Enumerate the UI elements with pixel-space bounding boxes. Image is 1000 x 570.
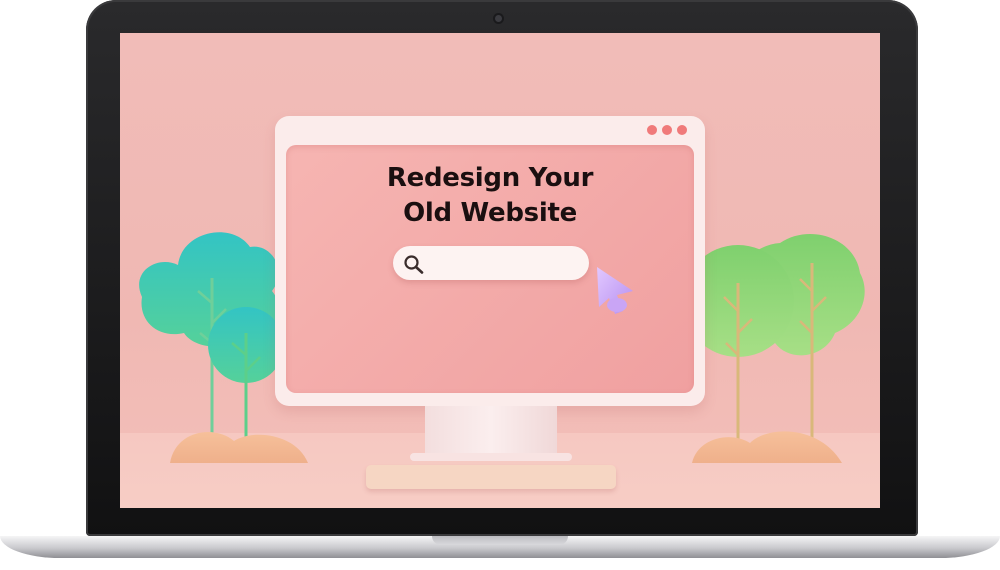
window-dot	[677, 125, 687, 135]
laptop-notch	[432, 536, 568, 545]
monitor-neck	[425, 406, 557, 458]
monitor-stand	[410, 453, 572, 461]
hero-title-line2: Old Website	[403, 198, 577, 228]
search-icon	[404, 255, 424, 274]
keyboard-illustration	[366, 465, 616, 489]
webcam-icon	[495, 15, 502, 22]
illustrated-monitor: Redesign Your Old Website	[275, 116, 705, 406]
window-dot	[662, 125, 672, 135]
right-tree-cluster	[682, 234, 865, 463]
window-dot	[647, 125, 657, 135]
laptop-mockup: Redesign Your Old Website	[0, 0, 1000, 570]
cursor-icon	[597, 267, 633, 314]
search-bar[interactable]	[393, 246, 589, 280]
hero-title-line1: Redesign Your	[386, 163, 594, 193]
laptop-screen: Redesign Your Old Website	[120, 33, 880, 508]
